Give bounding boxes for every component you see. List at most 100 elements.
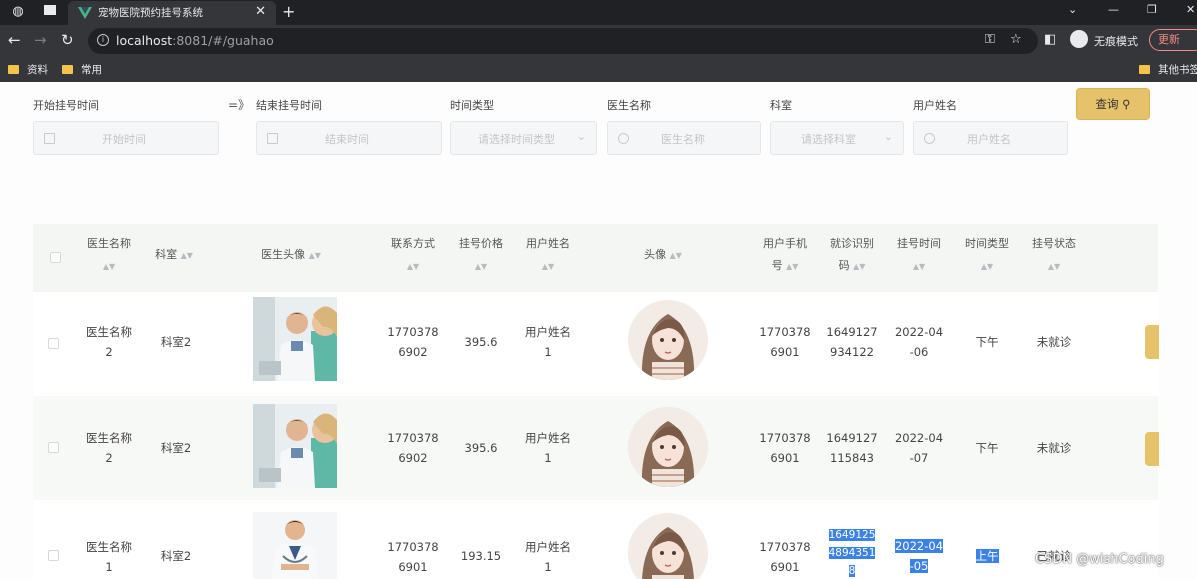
browser-tab-strip: ◍ 宠物医院预约挂号系统 ✕ + ⌄ — ❐ ✕ (0, 0, 1197, 25)
sort-icon: ▲▼ (180, 251, 193, 260)
chevron-down-icon: ⌄ (883, 130, 893, 143)
back-icon[interactable]: ← (8, 32, 21, 48)
row-checkbox[interactable] (48, 442, 59, 453)
sort-icon: ▲▼ (669, 251, 682, 260)
minimize-icon[interactable]: — (1108, 3, 1119, 16)
bookmark-star-icon[interactable]: ☆ (1010, 32, 1022, 47)
update-button[interactable]: 更新 (1149, 29, 1197, 51)
col-doctor-photo[interactable]: 医生头像 ▲▼ (251, 244, 331, 267)
search-icon (618, 133, 629, 144)
window-icon[interactable] (42, 4, 58, 20)
sort-icon: ▲▼ (912, 262, 926, 271)
table-row: 医生名称 2 科室2 1770378 6902 395.6 用户姓名 1 177037… (33, 292, 1158, 396)
col-price[interactable]: 挂号价格 ▲▼ (451, 233, 511, 278)
start-time-input[interactable]: 开始时间 (33, 121, 219, 155)
folder-icon (8, 65, 19, 74)
user-name-input[interactable]: 用户姓名 (913, 121, 1068, 155)
browser-tab[interactable]: 宠物医院预约挂号系统 ✕ (68, 1, 276, 25)
user-phone-cell: 1770378 6901 (759, 431, 811, 465)
address-bar[interactable]: i localhost:8081/#/guahao ⚿ ☆ (88, 28, 1038, 54)
folder-icon (62, 65, 73, 74)
end-time-label: 结束挂号时间 (256, 99, 322, 112)
user-phone-cell: 1770378 6901 (759, 325, 811, 359)
time-type-cell: 下午 (975, 335, 999, 349)
col-user-phone[interactable]: 用户手机号 ▲▼ (755, 233, 815, 278)
forward-icon[interactable]: → (34, 32, 47, 48)
doctor-photo (253, 512, 337, 579)
col-doctor-name[interactable]: 医生名称 ▲▼ (78, 233, 140, 278)
table-row: 医生名称 1 科室2 1770378 6901 193.15 用户姓名 1 17703… (33, 500, 1158, 579)
row-checkbox[interactable] (48, 338, 59, 349)
user-avatar (628, 407, 708, 487)
end-time-input[interactable]: 结束时间 (256, 121, 442, 155)
doctor-name-input[interactable]: 医生名称 (607, 121, 761, 155)
side-panel-icon[interactable]: ◧ (1044, 32, 1056, 48)
col-reg-time[interactable]: 挂号时间 ▲▼ (889, 233, 949, 278)
doctor-photo (253, 404, 337, 488)
sort-icon: ▲▼ (541, 262, 555, 271)
visit-code-cell: 1649127 934122 (826, 325, 878, 359)
sort-icon: ▲▼ (474, 262, 488, 271)
bookmarks-bar: 资料 常用 其他书签 (0, 57, 1197, 82)
contact-cell: 1770378 6902 (387, 431, 439, 465)
price-cell: 395.6 (464, 335, 498, 349)
close-tab-icon[interactable]: ✕ (255, 4, 266, 19)
sort-icon: ▲▼ (406, 262, 420, 271)
price-cell: 193.15 (460, 549, 502, 563)
new-tab-icon[interactable]: + (282, 2, 295, 21)
doctor-name-cell: 医生名称 2 (86, 431, 132, 465)
col-user-name[interactable]: 用户姓名 ▲▼ (518, 233, 578, 278)
sort-icon: ▲▼ (980, 262, 994, 271)
doctor-photo (253, 297, 337, 381)
row-action-button[interactable] (1145, 325, 1159, 359)
visit-code-cell: 1649125 4894351 8 (828, 529, 876, 577)
tab-search-icon[interactable]: ⌄ (1068, 3, 1077, 16)
query-button[interactable]: 查询 ⚲ (1076, 88, 1150, 120)
department-cell: 科室2 (160, 335, 192, 349)
incognito-avatar-icon[interactable] (1070, 30, 1088, 48)
incognito-label[interactable]: 无痕模式 (1094, 33, 1138, 49)
search-icon (924, 133, 935, 144)
department-label: 科室 (770, 99, 792, 112)
key-icon[interactable]: ⚿ (985, 32, 995, 47)
site-info-icon[interactable]: i (97, 34, 109, 46)
status-cell: 未就诊 (1036, 441, 1072, 455)
col-time-type[interactable]: 时间类型 ▲▼ (957, 233, 1017, 278)
bookmark-folder-ziliao[interactable]: 资料 (8, 62, 48, 77)
col-department[interactable]: 科室 ▲▼ (146, 244, 202, 267)
close-window-icon[interactable]: ✕ (1186, 3, 1195, 16)
bookmark-folder-changyong[interactable]: 常用 (62, 62, 102, 77)
range-arrow: =》 (228, 98, 251, 112)
contact-cell: 1770378 6902 (387, 325, 439, 359)
col-visit-code[interactable]: 就诊识别码 ▲▼ (822, 233, 882, 278)
search-icon: ⚲ (1122, 97, 1131, 111)
time-type-select[interactable]: 请选择时间类型 ⌄ (450, 121, 597, 155)
folder-icon (1139, 65, 1150, 74)
col-contact[interactable]: 联系方式 ▲▼ (383, 233, 443, 278)
chevron-down-icon: ⌄ (576, 130, 586, 143)
row-checkbox[interactable] (48, 550, 59, 561)
price-cell: 395.6 (464, 441, 498, 455)
restore-icon[interactable]: ❐ (1147, 3, 1157, 16)
globe-icon[interactable]: ◍ (10, 4, 26, 20)
select-all-checkbox[interactable] (50, 252, 61, 263)
row-action-button[interactable] (1145, 432, 1159, 466)
start-time-label: 开始挂号时间 (33, 99, 99, 112)
user-name-cell: 用户姓名 1 (525, 325, 571, 359)
user-phone-cell: 1770378 6901 (759, 540, 811, 574)
sort-icon: ▲▼ (786, 262, 799, 271)
reload-icon[interactable]: ↻ (61, 32, 74, 48)
user-avatar (628, 513, 708, 579)
doctor-name-cell: 医生名称 2 (86, 325, 132, 359)
sort-icon: ▲▼ (102, 262, 116, 271)
user-name-cell: 用户姓名 1 (525, 431, 571, 465)
col-avatar[interactable]: 头像 ▲▼ (628, 244, 698, 267)
time-type-cell: 上午 (975, 549, 999, 563)
other-bookmarks[interactable]: 其他书签 (1139, 62, 1197, 77)
user-avatar (628, 300, 708, 380)
url-text[interactable]: localhost:8081/#/guahao (116, 33, 274, 48)
visit-code-cell: 1649127 115843 (826, 431, 878, 465)
department-select[interactable]: 请选择科室 ⌄ (770, 121, 904, 155)
col-status[interactable]: 挂号状态 ▲▼ (1024, 233, 1084, 278)
vue-logo-icon (78, 7, 92, 19)
